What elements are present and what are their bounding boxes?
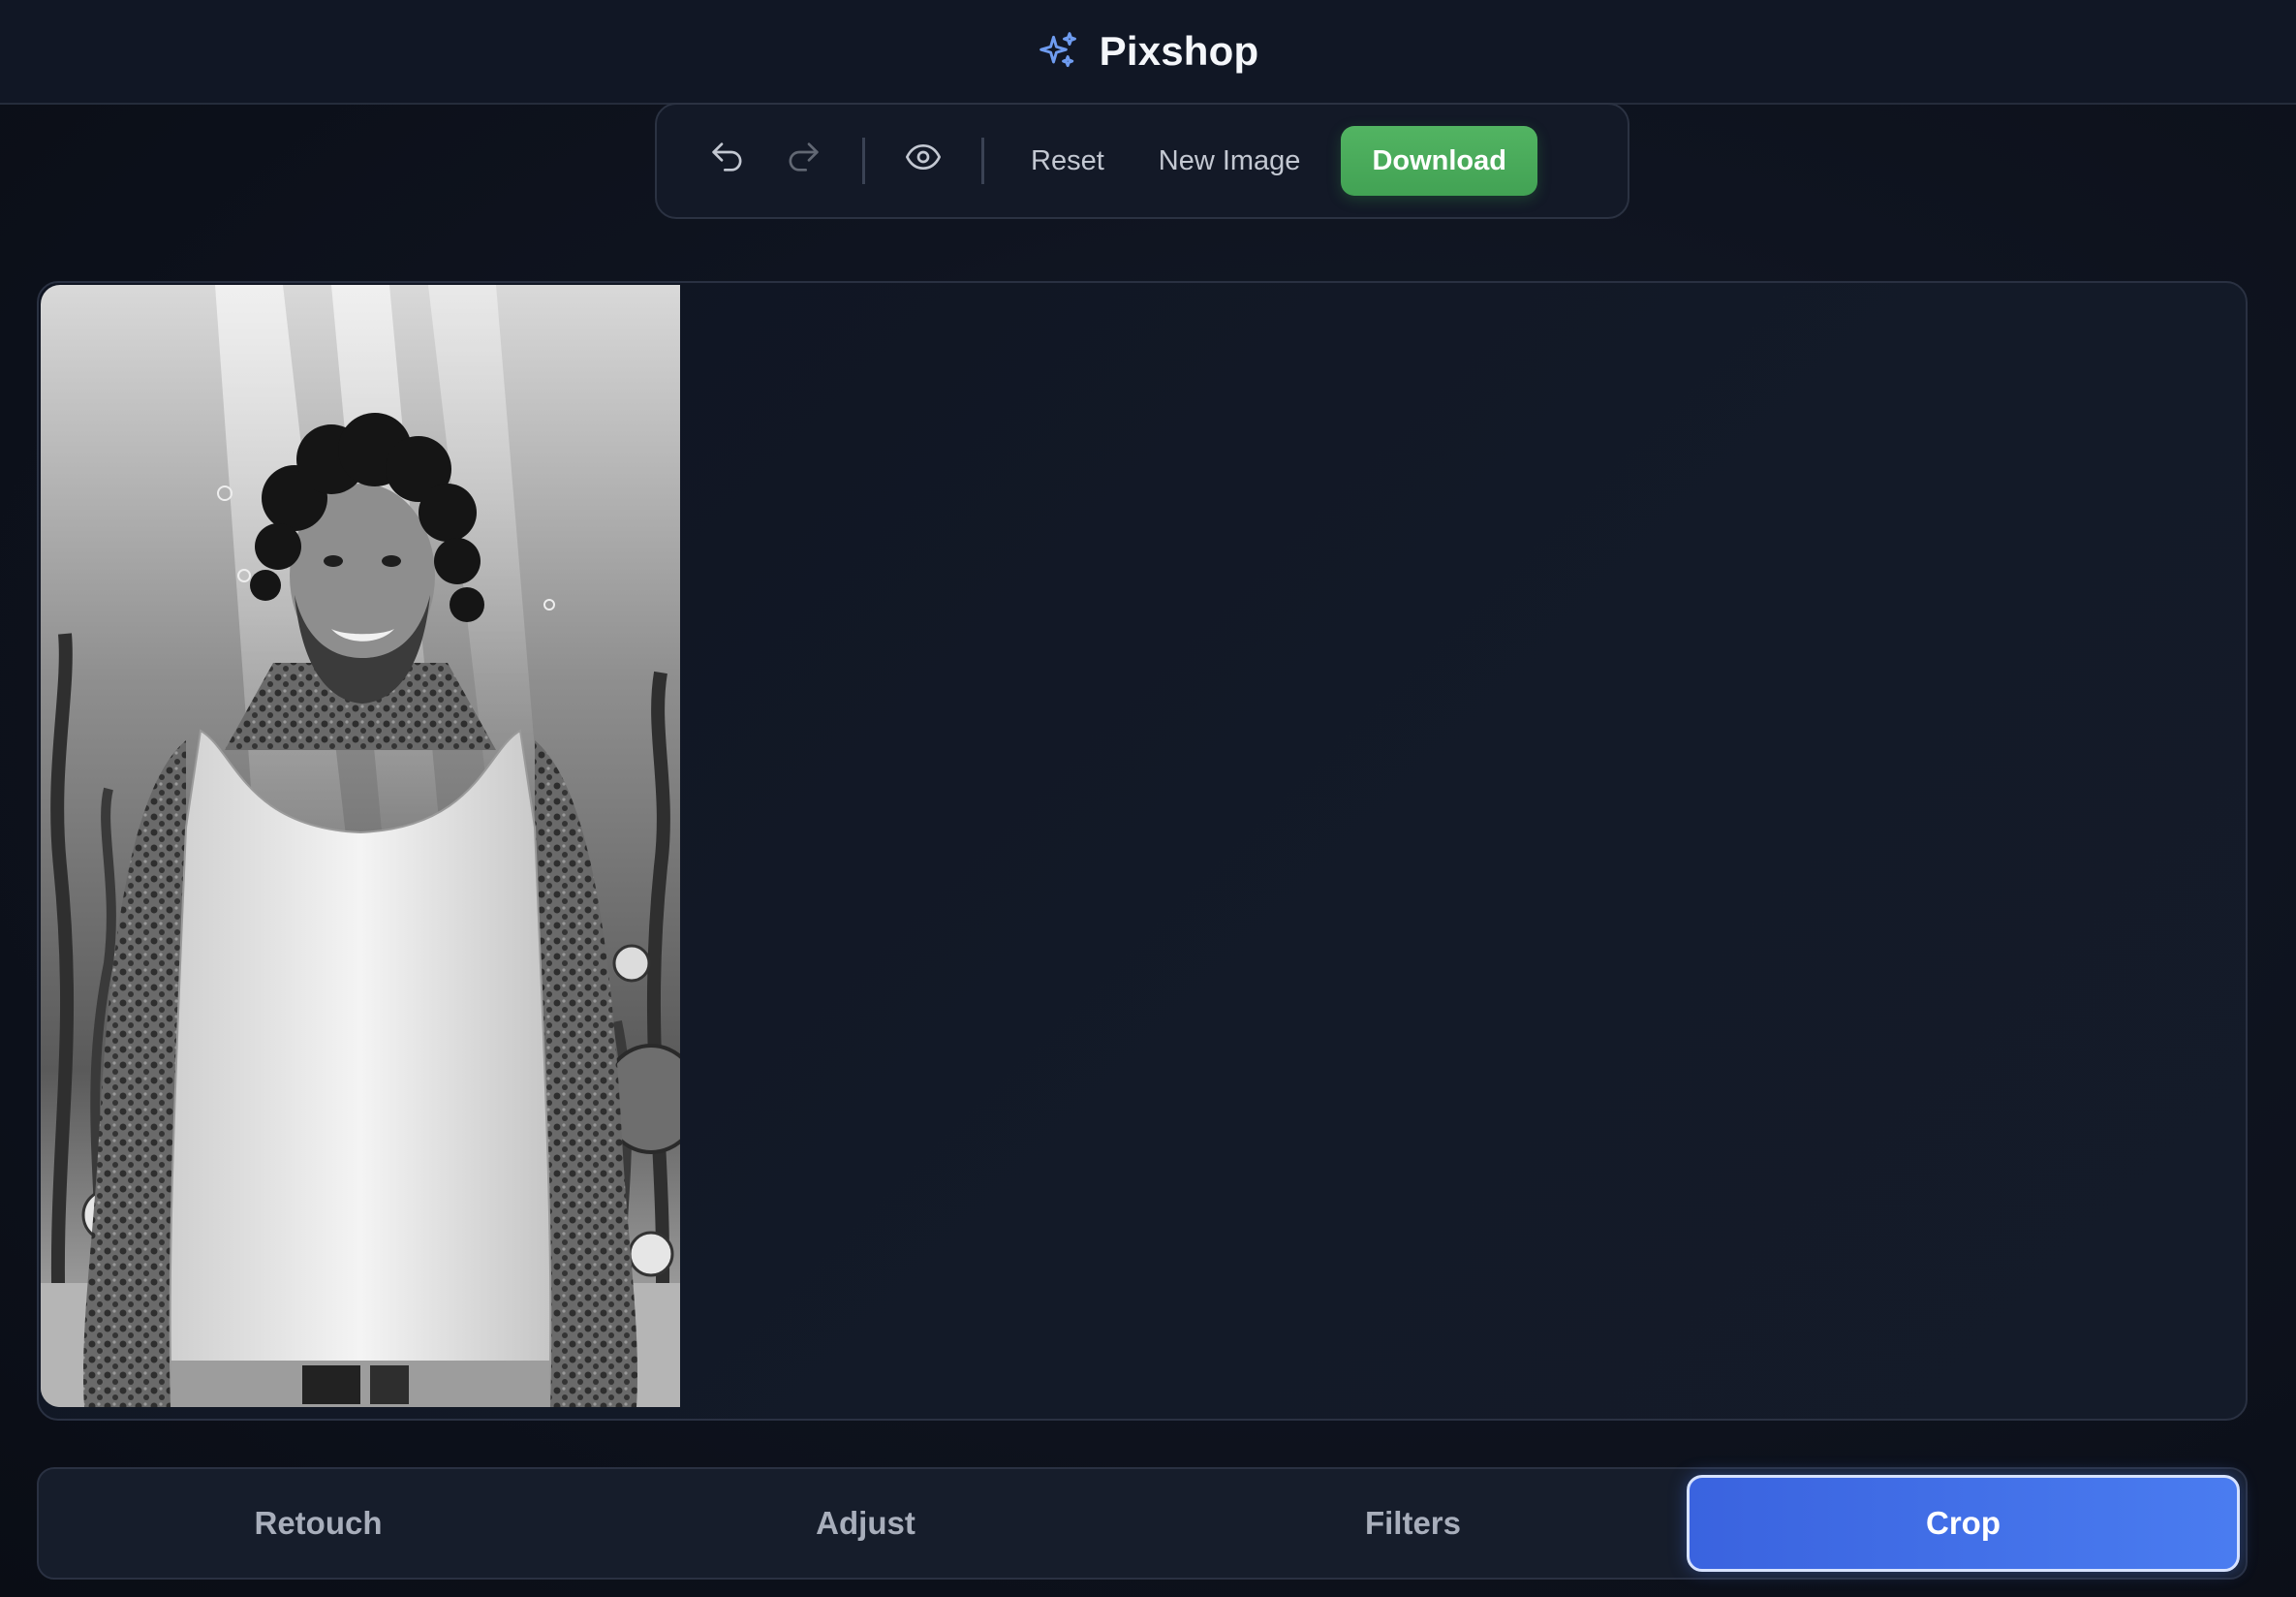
editor-tabs: Retouch Adjust Filters Crop [37, 1467, 2248, 1580]
edited-photo[interactable] [41, 285, 680, 1407]
compare-button[interactable] [884, 126, 962, 196]
undo-icon [707, 138, 746, 184]
tab-crop[interactable]: Crop [1687, 1475, 2240, 1572]
redo-icon [785, 138, 823, 184]
reset-button[interactable]: Reset [1004, 126, 1132, 196]
new-image-button[interactable]: New Image [1132, 126, 1328, 196]
pixshop-app: Pixshop Reset New Image Download Retouch… [0, 0, 2296, 1597]
tab-filters[interactable]: Filters [1139, 1475, 1687, 1572]
editor-toolbar: Reset New Image Download [655, 103, 1629, 219]
redo-button[interactable] [765, 126, 843, 196]
sparkles-icon [1038, 30, 1080, 73]
toolbar-divider [862, 138, 865, 184]
download-button[interactable]: Download [1341, 126, 1537, 196]
eye-icon [904, 138, 943, 184]
undo-button[interactable] [688, 126, 765, 196]
brand: Pixshop [1038, 28, 1259, 75]
tab-retouch[interactable]: Retouch [45, 1475, 592, 1572]
image-canvas[interactable] [37, 281, 2248, 1421]
app-title: Pixshop [1099, 28, 1259, 74]
app-header: Pixshop [0, 0, 2296, 105]
tab-adjust[interactable]: Adjust [592, 1475, 1139, 1572]
toolbar-divider [981, 138, 984, 184]
